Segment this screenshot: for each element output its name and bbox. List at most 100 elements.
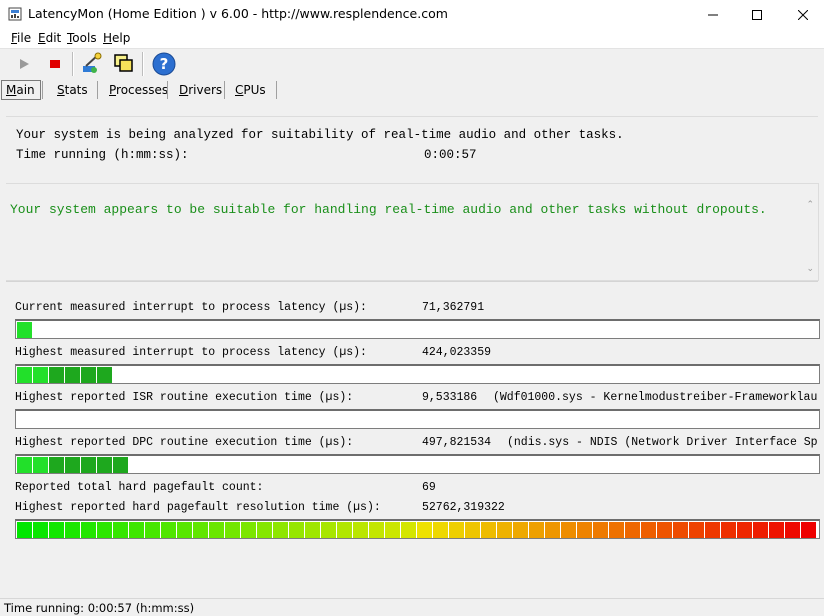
- highest-latency-bar: [15, 364, 820, 384]
- stop-icon: [50, 60, 60, 68]
- metric-value: 69: [422, 481, 436, 494]
- metric-value: 71,362791: [422, 301, 485, 314]
- bar-segment: [81, 457, 97, 473]
- close-button[interactable]: [780, 0, 824, 29]
- tab-cpus[interactable]: CPUs: [235, 80, 266, 100]
- isr-time-bar: [15, 409, 820, 429]
- bar-segment: [97, 522, 113, 538]
- help-button[interactable]: ?: [151, 51, 177, 77]
- windows-button[interactable]: [111, 51, 137, 77]
- bar-segment: [113, 457, 129, 473]
- wizard-button[interactable]: [79, 51, 105, 77]
- bar-segment: [225, 522, 241, 538]
- windows-icon: [114, 54, 133, 72]
- time-running-value: 0:00:57: [424, 148, 477, 162]
- toolbar-separator: [72, 52, 74, 76]
- bar-segment: [737, 522, 753, 538]
- maximize-button[interactable]: [734, 0, 780, 29]
- tab-drivers[interactable]: Drivers: [179, 80, 222, 100]
- bar-segment: [513, 522, 529, 538]
- bar-segment: [49, 522, 65, 538]
- bar-segment: [17, 457, 33, 473]
- bar-segment: [673, 522, 689, 538]
- bar-segment: [721, 522, 737, 538]
- analysis-status-text: Your system is being analyzed for suitab…: [16, 128, 624, 142]
- tab-stats[interactable]: Stats: [57, 80, 88, 100]
- tab-separator: [224, 81, 225, 99]
- bar-segment: [465, 522, 481, 538]
- minimize-button[interactable]: [690, 0, 736, 29]
- bar-segment: [97, 457, 113, 473]
- bar-segment: [113, 522, 129, 538]
- bar-segment: [65, 457, 81, 473]
- bar-segment: [657, 522, 673, 538]
- stop-button[interactable]: [42, 51, 68, 77]
- bar-segment: [33, 522, 49, 538]
- bar-segment: [129, 522, 145, 538]
- bar-segment: [385, 522, 401, 538]
- bar-segment: [49, 457, 65, 473]
- metric-value: 9,533186: [422, 391, 478, 404]
- tab-processes[interactable]: Processes: [109, 80, 168, 100]
- bar-segment: [145, 522, 161, 538]
- bar-segment: [561, 522, 577, 538]
- bar-segment: [497, 522, 513, 538]
- bar-segment: [193, 522, 209, 538]
- toolbar: ?: [0, 49, 824, 79]
- window-title: LatencyMon (Home Edition ) v 6.00 - http…: [28, 6, 448, 21]
- title-bar[interactable]: LatencyMon (Home Edition ) v 6.00 - http…: [0, 0, 824, 29]
- menu-edit[interactable]: Edit: [38, 31, 61, 45]
- bar-segment: [273, 522, 289, 538]
- bar-segment: [33, 457, 49, 473]
- play-icon: [20, 59, 29, 69]
- bar-segment: [545, 522, 561, 538]
- metric-label: Highest measured interrupt to process la…: [15, 346, 367, 359]
- metric-label: Current measured interrupt to process la…: [15, 301, 367, 314]
- svg-text:?: ?: [160, 55, 169, 73]
- bar-segment: [705, 522, 721, 538]
- bar-segment: [481, 522, 497, 538]
- bar-segment: [417, 522, 433, 538]
- app-icon: [8, 7, 22, 21]
- bar-segment: [625, 522, 641, 538]
- status-bar-text: Time running: 0:00:57 (h:mm:ss): [4, 601, 195, 615]
- bar-segment: [65, 522, 81, 538]
- menu-tools[interactable]: Tools: [67, 31, 97, 45]
- scroll-down-icon[interactable]: ⌄: [806, 264, 814, 274]
- bar-segment: [321, 522, 337, 538]
- bar-segment: [177, 522, 193, 538]
- time-running-label: Time running (h:mm:ss):: [16, 148, 189, 162]
- bar-segment: [369, 522, 385, 538]
- start-button[interactable]: [11, 51, 37, 77]
- metric-value: 497,821534: [422, 436, 492, 449]
- tab-separator: [276, 81, 277, 99]
- bar-segment: [433, 522, 449, 538]
- bar-segment: [33, 367, 49, 383]
- verdict-text: Your system appears to be suitable for h…: [10, 202, 767, 217]
- metric-value: 52762,319322: [422, 501, 505, 514]
- tab-bar: Main Stats Processes Drivers CPUs: [0, 80, 824, 102]
- metric-label: Reported total hard pagefault count:: [15, 481, 264, 494]
- tab-main[interactable]: Main: [6, 80, 35, 100]
- bar-segment: [769, 522, 785, 538]
- bar-segment: [449, 522, 465, 538]
- bar-segment: [65, 367, 81, 383]
- tab-separator: [42, 81, 43, 99]
- menu-help[interactable]: Help: [103, 31, 130, 45]
- scroll-up-icon[interactable]: ⌃: [806, 200, 814, 210]
- bar-segment: [785, 522, 801, 538]
- toolbar-separator: [142, 52, 144, 76]
- menu-file[interactable]: File: [11, 31, 31, 45]
- bar-segment: [577, 522, 593, 538]
- bar-segment: [305, 522, 321, 538]
- help-icon: ?: [152, 52, 176, 76]
- bar-segment: [17, 322, 33, 338]
- metrics-panel: Current measured interrupt to process la…: [6, 281, 820, 599]
- current-latency-bar: [15, 319, 820, 339]
- pagefault-time-bar: [15, 519, 820, 539]
- metric-label: Highest reported DPC routine execution t…: [15, 436, 354, 449]
- wizard-icon: [83, 52, 102, 73]
- bar-segment: [97, 367, 113, 383]
- metric-label: Highest reported ISR routine execution t…: [15, 391, 354, 404]
- bar-segment: [17, 522, 33, 538]
